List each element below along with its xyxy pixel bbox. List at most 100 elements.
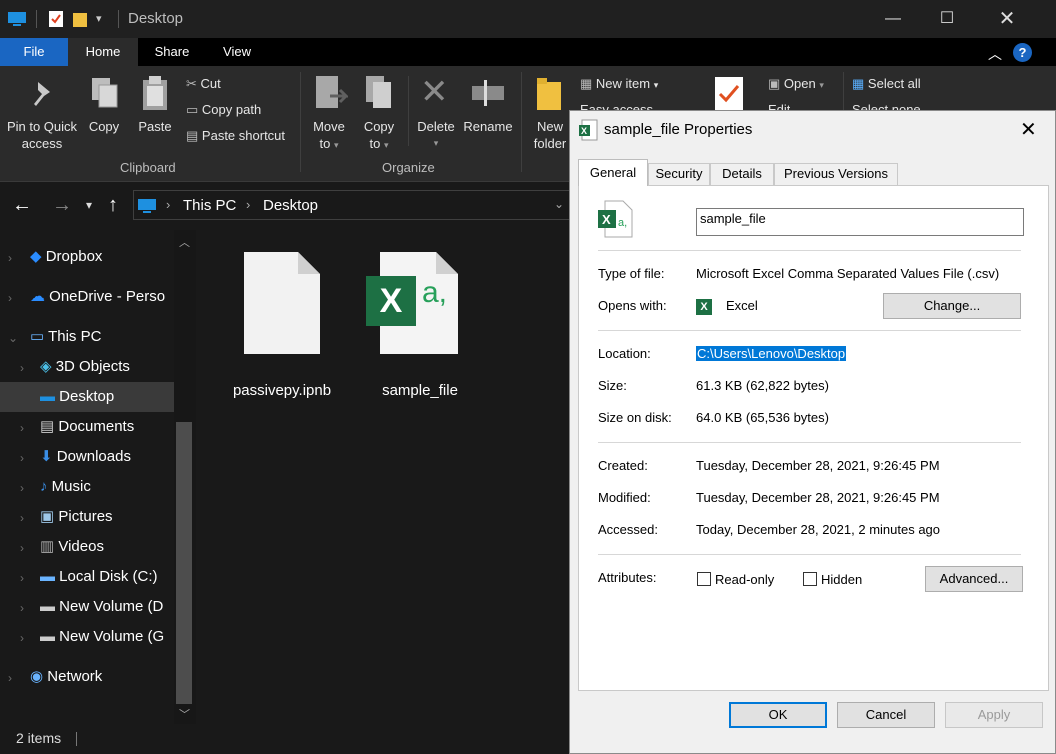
breadcrumb-desktop[interactable]: Desktop [263,197,318,214]
navpane-scrollbar[interactable]: ︿ ﹀ [174,230,196,724]
select-all-icon: ▦ [852,76,865,91]
tab-home[interactable]: Home [68,38,138,66]
rename-button[interactable]: Rename [462,118,514,135]
drive-icon: ▬ [40,628,55,645]
sidebar-item-music[interactable]: ♪ Music [0,472,174,502]
sidebar-item-new-volume-d[interactable]: ▬ New Volume (D [0,592,174,622]
delete-button[interactable]: Delete ▾ [414,118,458,152]
sidebar-item-this-pc[interactable]: ▭ This PC [0,322,174,352]
sidebar-item-network[interactable]: ◉ Network [0,662,174,692]
sidebar-item-desktop[interactable]: ▬ Desktop [0,382,174,412]
edit-button[interactable]: Edit [768,102,790,110]
sidebar-item-onedrive[interactable]: ☁ OneDrive - Perso [0,282,174,312]
paste-shortcut-button[interactable]: ▤ Paste shortcut [186,128,285,144]
new-folder-label: New [536,119,563,134]
file-item[interactable]: passivepy.ipnb [222,246,342,399]
new-item-label: New item [595,76,651,91]
cut-button[interactable]: ✂ Cut [186,76,221,92]
readonly-checkbox[interactable] [697,572,711,586]
readonly-label[interactable]: Read-only [715,572,774,587]
advanced-button[interactable]: Advanced... [925,566,1023,592]
apply-button[interactable]: Apply [945,702,1043,728]
dialog-title: sample_file Properties [604,121,753,138]
sidebar-item-documents[interactable]: ▤ Documents [0,412,174,442]
sidebar-item-new-volume-g[interactable]: ▬ New Volume (G [0,622,174,652]
ok-button[interactable]: OK [729,702,827,728]
new-item-button[interactable]: ▦ New item ▾ [580,76,658,92]
pin-label-line1: Pin to Quick [6,119,78,134]
select-none-button[interactable]: Select none [852,102,921,110]
recent-locations-icon[interactable]: ▾ [86,198,92,212]
location-value[interactable]: C:\Users\Lenovo\Desktop [696,346,847,361]
scroll-up-icon[interactable]: ︿ [179,234,190,250]
copy-button[interactable]: Copy [84,118,124,135]
easy-access-button[interactable]: Easy access [580,102,653,110]
sidebar-item-dropbox[interactable]: ◆ Dropbox [0,242,174,272]
properties-icon [715,77,743,111]
pin-quick-access-button[interactable]: Pin to Quick access [4,118,80,152]
copy-to-button[interactable]: Copy to ▾ [358,118,400,154]
change-button[interactable]: Change... [883,293,1021,319]
sidebar-item-local-disk[interactable]: ▬ Local Disk (C:) [0,562,174,592]
back-arrow-icon[interactable]: ← [12,194,32,217]
file-name: passivepy.ipnb [232,382,332,399]
customize-toolbar-icon[interactable]: ▾ [96,12,102,25]
scroll-down-icon[interactable]: ﹀ [179,706,190,722]
file-item[interactable]: X a, sample_file [360,246,480,399]
sidebar-item-3d-objects[interactable]: ◈ 3D Objects [0,352,174,382]
tab-security[interactable]: Security [648,163,710,185]
dropbox-icon: ◆ [30,248,42,265]
select-all-button[interactable]: ▦ Select all [852,76,921,92]
tab-general[interactable]: General [578,159,648,186]
paste-button[interactable]: Paste [134,118,176,135]
separator [408,76,409,146]
open-button[interactable]: ▣ Open ▾ [768,76,824,92]
sidebar-item-pictures[interactable]: ▣ Pictures [0,502,174,532]
paste-shortcut-icon: ▤ [186,128,199,143]
sidebar-item-downloads[interactable]: ⬇ Downloads [0,442,174,472]
csv-file-small-icon: X [579,119,598,141]
divider [598,250,1021,251]
copy-path-button[interactable]: ▭ Copy path [186,102,261,118]
collapse-ribbon-icon[interactable]: ︿ [988,44,1002,64]
title-bar: ▾ Desktop — ☐ ✕ [0,0,1056,38]
properties-quick-icon[interactable] [48,10,64,28]
address-dropdown-icon[interactable]: ⌄ [554,197,564,211]
tab-share[interactable]: Share [138,38,206,66]
tab-previous-versions[interactable]: Previous Versions [774,163,898,185]
cancel-button[interactable]: Cancel [837,702,935,728]
new-folder-label-2: folder [533,136,567,151]
svg-text:X: X [581,126,587,136]
move-to-button[interactable]: Move to ▾ [308,118,350,154]
copy-path-label: Copy path [201,102,262,117]
attributes-label: Attributes: [598,570,657,585]
new-folder-button[interactable]: New folder [530,118,570,152]
svg-text:X: X [602,212,611,227]
tab-details[interactable]: Details [710,163,774,185]
minimize-button[interactable]: — [870,8,916,30]
breadcrumb-this-pc[interactable]: This PC [183,197,236,214]
copy-to-label: Copy [363,119,395,134]
scrollbar-thumb[interactable] [176,422,192,704]
maximize-button[interactable]: ☐ [924,8,970,30]
up-arrow-icon[interactable]: ↑ [108,194,118,217]
filename-input[interactable]: sample_file [696,208,1024,236]
hidden-label[interactable]: Hidden [821,572,862,587]
tab-view[interactable]: View [206,38,268,66]
desktop-icon: ▬ [40,388,55,405]
help-icon[interactable]: ? [1013,43,1032,62]
forward-arrow-icon[interactable]: → [52,194,72,217]
close-dialog-icon[interactable]: ✕ [1020,117,1037,142]
edit-label: Edit [768,102,791,110]
tab-file[interactable]: File [0,38,68,66]
hidden-checkbox[interactable] [803,572,817,586]
close-window-button[interactable]: ✕ [984,8,1030,30]
new-folder-quick-icon[interactable] [72,10,88,28]
cut-label: Cut [200,76,221,91]
sidebar-item-videos[interactable]: ▥ Videos [0,532,174,562]
sidebar-item-label: OneDrive - Perso [49,288,166,305]
address-bar[interactable]: › This PC › Desktop ⌄ [133,190,573,220]
open-icon: ▣ [768,76,781,91]
select-none-label: Select none [852,102,921,110]
created-label: Created: [598,458,648,473]
